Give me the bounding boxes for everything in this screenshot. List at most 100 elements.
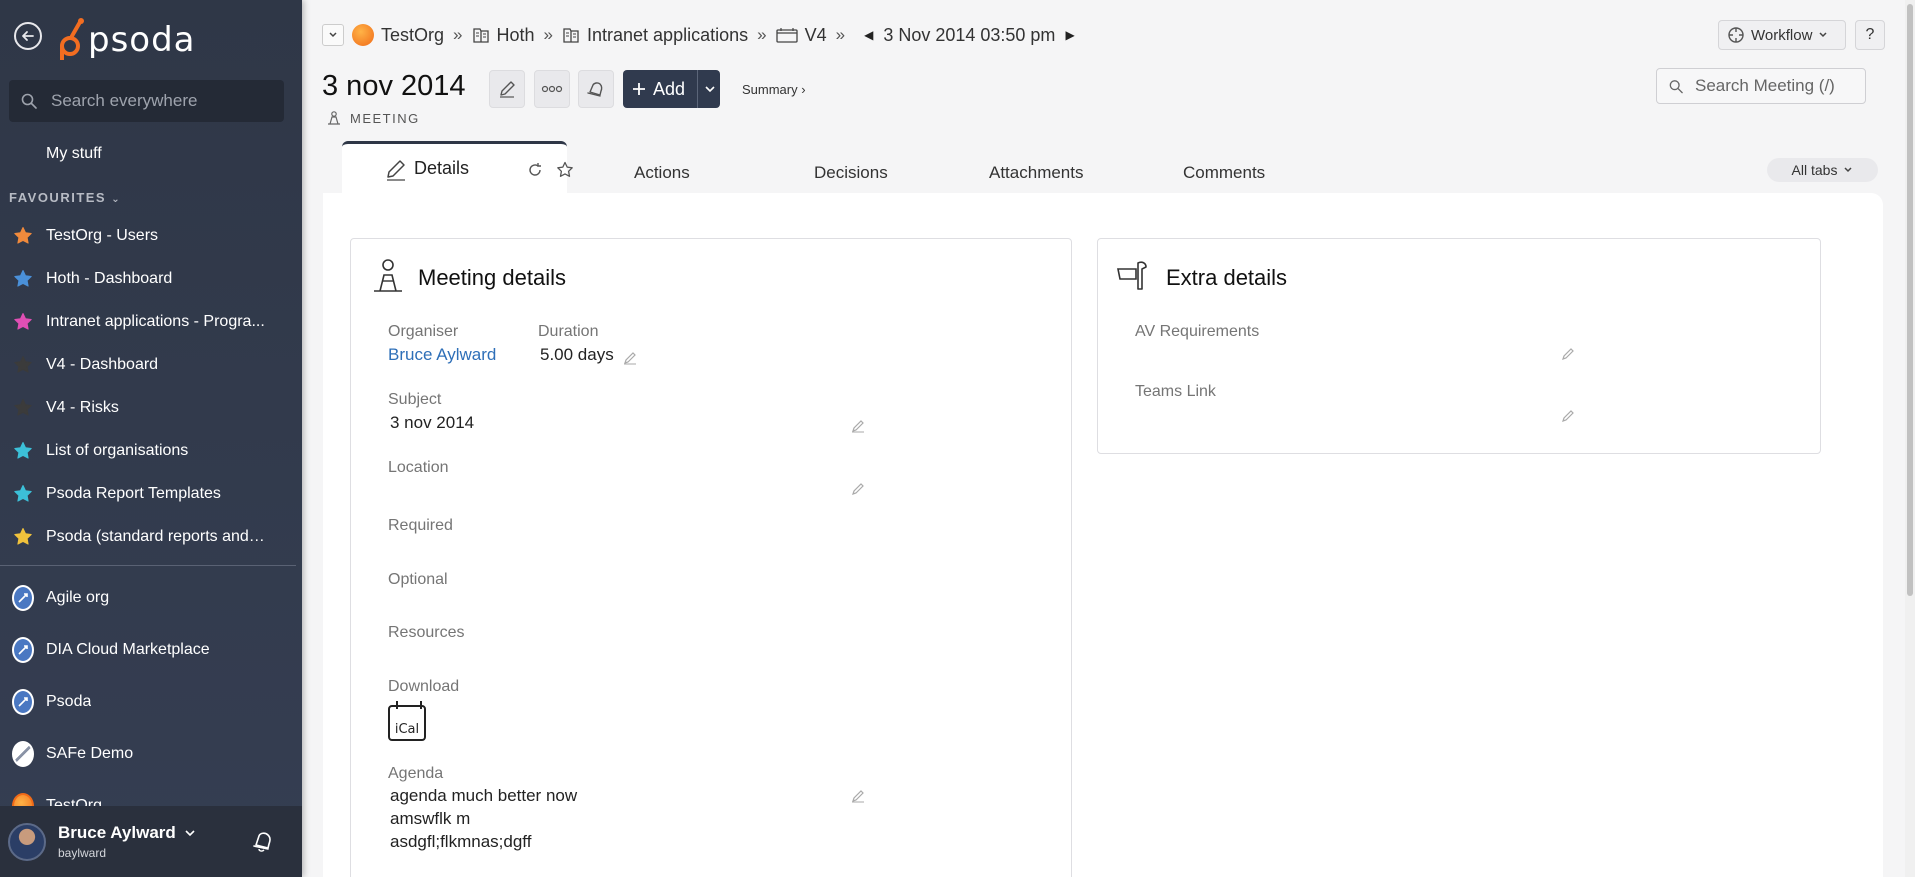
- user-menu[interactable]: Bruce Aylward baylward: [0, 806, 302, 877]
- add-button[interactable]: Add: [623, 70, 720, 108]
- avatar[interactable]: [8, 822, 46, 861]
- page-scrollbar[interactable]: [1905, 0, 1915, 877]
- next-meeting-button[interactable]: ▶: [1065, 28, 1074, 42]
- psoda-logo-mark: [60, 18, 84, 60]
- psoda-logo[interactable]: psoda: [58, 14, 196, 60]
- org-icon: [12, 585, 34, 611]
- tab-decisions[interactable]: Decisions: [814, 163, 888, 183]
- breadcrumb-label: V4: [804, 24, 827, 45]
- breadcrumb-item-intranet-applications[interactable]: Intranet applications: [562, 25, 748, 46]
- scrollbar-thumb[interactable]: [1907, 4, 1913, 596]
- breadcrumb-label: TestOrg: [381, 24, 445, 45]
- breadcrumb-separator: »: [453, 25, 463, 44]
- edit-pencil-icon[interactable]: [623, 351, 637, 365]
- agenda-line: asdgfl;flkmnas;dgff: [390, 832, 532, 851]
- notifications-button[interactable]: [250, 828, 276, 859]
- sidebar-favourite-item[interactable]: TestOrg - Users: [0, 216, 302, 256]
- more-options-button[interactable]: [534, 70, 570, 108]
- search-icon: [1669, 79, 1683, 93]
- workflow-icon: [1728, 27, 1744, 43]
- star-icon: [12, 311, 34, 333]
- org-icon: [12, 689, 34, 715]
- breadcrumb-current: 3 Nov 2014 03:50 pm: [883, 24, 1056, 45]
- agenda-line: agenda much better now: [390, 786, 578, 805]
- sidebar-org-item[interactable]: Psoda: [0, 682, 302, 722]
- tab-comments[interactable]: Comments: [1183, 163, 1265, 183]
- chevron-down-icon: [329, 32, 337, 38]
- help-button[interactable]: ?: [1855, 20, 1885, 50]
- all-tabs-button[interactable]: All tabs: [1767, 158, 1878, 182]
- sidebar-favourite-item[interactable]: V4 - Risks: [0, 388, 302, 428]
- sidebar-item-label: Psoda Report Templates: [46, 485, 221, 502]
- ical-label: iCal: [394, 722, 420, 737]
- bell-icon: [587, 82, 603, 97]
- sidebar-org-item[interactable]: SAFe Demo: [0, 734, 302, 774]
- details-content: Meeting details Organiser Bruce Aylward …: [323, 193, 1883, 877]
- teams-link-label: Teams Link: [1135, 383, 1216, 400]
- user-name[interactable]: Bruce Aylward: [58, 823, 196, 843]
- wrench-icon: [1117, 261, 1147, 290]
- all-tabs-label: All tabs: [1791, 162, 1838, 178]
- edit-pencil-icon[interactable]: [1561, 347, 1575, 361]
- sidebar: psoda My stuff FAVOURITES ⌄ TestOrg - Us…: [0, 0, 302, 877]
- sidebar-item-label: V4 - Risks: [46, 399, 119, 416]
- tab-details[interactable]: Details: [342, 141, 573, 193]
- edit-button[interactable]: [489, 70, 525, 108]
- star-icon: [557, 161, 573, 177]
- panel-title: Extra details: [1166, 265, 1288, 290]
- chevron-down-icon: ⌄: [111, 194, 122, 205]
- star-icon: [12, 483, 34, 505]
- edit-pencil-icon[interactable]: [851, 789, 865, 803]
- sidebar-org-item[interactable]: DIA Cloud Marketplace: [0, 630, 302, 670]
- sidebar-favourite-item[interactable]: Intranet applications - Progra...: [0, 302, 302, 342]
- workflow-button[interactable]: Workflow: [1718, 20, 1846, 50]
- previous-meeting-button[interactable]: ◀: [864, 28, 873, 42]
- summary-link[interactable]: Summary ›: [742, 82, 806, 97]
- back-arrow-icon: [22, 31, 34, 41]
- tab-actions[interactable]: Actions: [634, 163, 690, 183]
- edit-pencil-icon[interactable]: [851, 482, 865, 496]
- page-search[interactable]: [1656, 68, 1866, 104]
- sidebar-item-label: V4 - Dashboard: [46, 356, 159, 373]
- search-everywhere-input[interactable]: [51, 91, 271, 111]
- resources-label: Resources: [388, 624, 465, 641]
- ical-download-button[interactable]: iCal: [388, 701, 426, 741]
- star-icon: [12, 397, 34, 419]
- breadcrumb-item-testorg[interactable]: TestOrg: [352, 24, 444, 46]
- workflow-label: Workflow: [1751, 26, 1813, 44]
- sidebar-favourite-item[interactable]: Psoda Report Templates: [0, 474, 302, 514]
- favourites-heading[interactable]: FAVOURITES ⌄: [9, 190, 121, 205]
- organiser-link[interactable]: Bruce Aylward: [388, 345, 496, 365]
- edit-pencil-icon[interactable]: [851, 419, 865, 433]
- favourites-heading-label: FAVOURITES: [9, 190, 107, 205]
- sidebar-org-item[interactable]: Agile org: [0, 578, 302, 618]
- breadcrumb-toggle[interactable]: [322, 24, 344, 46]
- pencil-icon: [500, 81, 515, 98]
- user-handle: baylward: [58, 846, 107, 860]
- sidebar-favourite-item[interactable]: Psoda (standard reports and ...: [0, 517, 302, 557]
- sidebar-favourite-item[interactable]: List of organisations: [0, 431, 302, 471]
- search-meeting-input[interactable]: [1695, 76, 1865, 96]
- sidebar-search[interactable]: [9, 80, 284, 122]
- panel-title: Meeting details: [418, 265, 566, 290]
- sidebar-favourite-item[interactable]: V4 - Dashboard: [0, 345, 302, 385]
- org-icon: [12, 637, 34, 663]
- sidebar-favourite-item[interactable]: Hoth - Dashboard: [0, 259, 302, 299]
- more-icon: [541, 85, 563, 93]
- sidebar-item-label: Hoth - Dashboard: [46, 270, 173, 287]
- edit-pencil-icon[interactable]: [1561, 409, 1575, 423]
- org-icon: [12, 741, 34, 767]
- subject-label: Subject: [388, 391, 442, 408]
- my-stuff-icon: [12, 143, 34, 165]
- collapse-sidebar-button[interactable]: [14, 22, 42, 50]
- org-icon: [352, 24, 374, 46]
- duration-label: Duration: [538, 323, 599, 340]
- sidebar-item-my-stuff[interactable]: My stuff: [0, 134, 302, 174]
- star-icon: [12, 225, 34, 247]
- watch-button[interactable]: [578, 70, 614, 108]
- breadcrumb-label: Hoth: [496, 24, 535, 45]
- breadcrumb-item-v4[interactable]: V4: [775, 24, 827, 46]
- tab-attachments[interactable]: Attachments: [989, 163, 1084, 183]
- sidebar-item-label: TestOrg - Users: [46, 227, 159, 244]
- breadcrumb-item-hoth[interactable]: Hoth: [472, 25, 535, 46]
